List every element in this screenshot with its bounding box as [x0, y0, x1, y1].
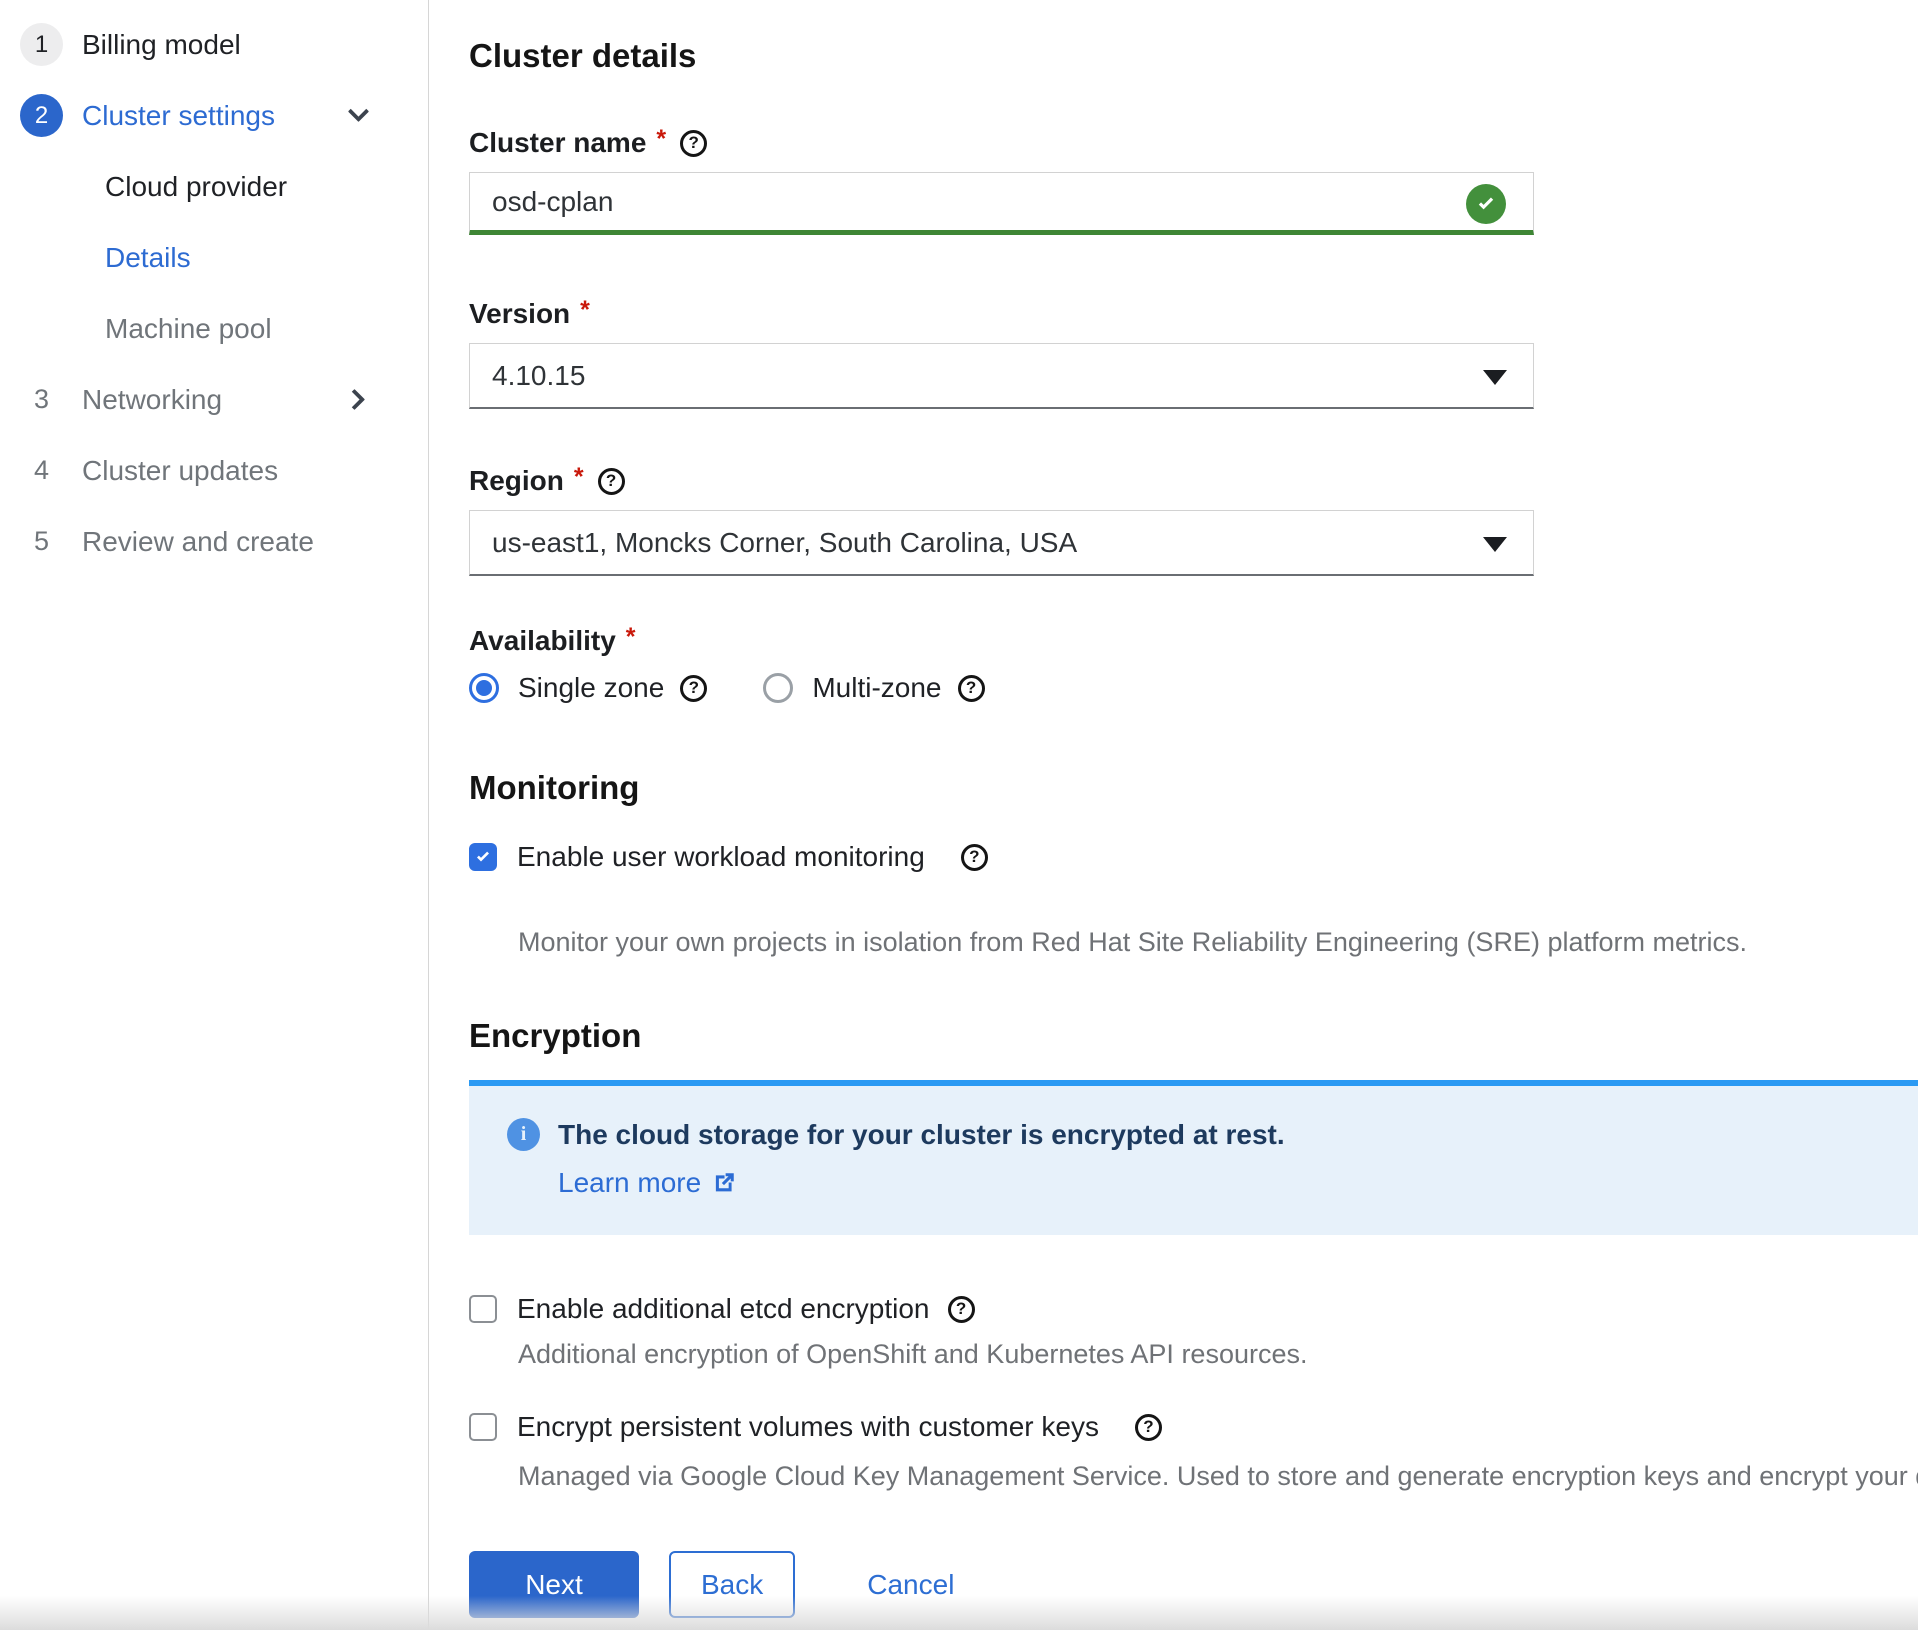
- encrypt-persistent-volumes-checkbox[interactable]: [469, 1413, 497, 1441]
- help-icon[interactable]: ?: [1135, 1414, 1162, 1441]
- wizard-nav: 1 Billing model 2 Cluster settings Cloud…: [0, 0, 429, 1630]
- encrypt-persistent-volumes-label: Encrypt persistent volumes with customer…: [517, 1411, 1099, 1443]
- step-number: 4: [20, 455, 63, 486]
- help-icon[interactable]: ?: [598, 468, 625, 495]
- nav-substep-machine-pool[interactable]: Machine pool: [0, 293, 428, 364]
- nav-step-label: Cluster updates: [82, 455, 278, 487]
- etcd-encryption-row: Enable additional etcd encryption ?: [469, 1293, 1918, 1325]
- info-alert-title: The cloud storage for your cluster is en…: [558, 1119, 1285, 1151]
- enable-user-workload-monitoring-label: Enable user workload monitoring: [517, 841, 925, 873]
- help-icon[interactable]: ?: [680, 675, 707, 702]
- pv-encryption-row: Encrypt persistent volumes with customer…: [469, 1411, 1918, 1443]
- single-zone-label: Single zone: [518, 672, 664, 704]
- required-asterisk: *: [656, 126, 666, 154]
- help-icon[interactable]: ?: [948, 1296, 975, 1323]
- encryption-heading: Encryption: [469, 1014, 1918, 1057]
- monitoring-helper-text: Monitor your own projects in isolation f…: [469, 925, 1918, 959]
- info-alert-link-row: Learn more: [558, 1167, 1918, 1199]
- availability-label-row: Availability *: [469, 624, 1918, 658]
- cluster-name-label: Cluster name: [469, 126, 646, 160]
- radio-unselected-icon: [763, 673, 793, 703]
- single-zone-radio-option[interactable]: Single zone ?: [469, 672, 707, 704]
- nav-step-label: Billing model: [82, 29, 241, 61]
- chevron-down-icon: [348, 101, 369, 122]
- step-number-badge: 2: [20, 94, 63, 137]
- multi-zone-radio-option[interactable]: Multi-zone ?: [763, 672, 984, 704]
- version-selected-value: 4.10.15: [492, 360, 585, 392]
- nav-substep-details[interactable]: Details: [0, 222, 428, 293]
- info-alert-title-row: i The cloud storage for your cluster is …: [507, 1118, 1918, 1151]
- enable-additional-etcd-encryption-checkbox[interactable]: [469, 1295, 497, 1323]
- required-asterisk: *: [580, 297, 590, 325]
- cluster-name-label-row: Cluster name * ?: [469, 126, 1918, 160]
- success-check-icon: [1466, 184, 1506, 224]
- radio-selected-icon: [469, 673, 499, 703]
- etcd-helper-text: Additional encryption of OpenShift and K…: [469, 1337, 1918, 1371]
- required-asterisk: *: [626, 624, 636, 652]
- enable-additional-etcd-encryption-label: Enable additional etcd encryption: [517, 1293, 930, 1325]
- cluster-name-input[interactable]: [469, 172, 1534, 235]
- nav-step-label: Cluster settings: [82, 100, 275, 132]
- region-select[interactable]: us-east1, Moncks Corner, South Carolina,…: [469, 510, 1534, 576]
- cancel-button[interactable]: Cancel: [857, 1551, 964, 1618]
- nav-step-label: Networking: [82, 384, 222, 416]
- caret-down-icon: [1483, 537, 1507, 552]
- caret-down-icon: [1483, 370, 1507, 385]
- chevron-right-icon: [344, 389, 365, 410]
- wizard-footer: Next Back Cancel: [469, 1551, 1918, 1618]
- nav-substep-cloud-provider[interactable]: Cloud provider: [0, 151, 428, 222]
- monitoring-heading: Monitoring: [469, 766, 1918, 809]
- next-button[interactable]: Next: [469, 1551, 639, 1618]
- version-label: Version: [469, 297, 570, 331]
- cluster-name-input-wrap: [469, 172, 1534, 235]
- required-asterisk: *: [574, 464, 584, 492]
- learn-more-link[interactable]: Learn more: [558, 1167, 701, 1199]
- nav-substep-label: Cloud provider: [105, 171, 287, 203]
- nav-step-label: Review and create: [82, 526, 314, 558]
- nav-substep-label: Details: [105, 242, 191, 274]
- multi-zone-label: Multi-zone: [812, 672, 941, 704]
- availability-label: Availability: [469, 624, 616, 658]
- pv-helper-text: Managed via Google Cloud Key Management …: [469, 1459, 1918, 1493]
- user-workload-monitoring-row: Enable user workload monitoring ?: [469, 841, 1918, 873]
- availability-radio-group: Single zone ? Multi-zone ?: [469, 672, 1918, 704]
- back-button[interactable]: Back: [669, 1551, 795, 1618]
- step-number: 3: [20, 384, 63, 415]
- info-icon: i: [507, 1118, 540, 1151]
- create-cluster-wizard: 1 Billing model 2 Cluster settings Cloud…: [0, 0, 1918, 1630]
- region-selected-value: us-east1, Moncks Corner, South Carolina,…: [492, 527, 1077, 559]
- region-label: Region: [469, 464, 564, 498]
- version-select[interactable]: 4.10.15: [469, 343, 1534, 409]
- page-title: Cluster details: [469, 34, 1918, 77]
- help-icon[interactable]: ?: [680, 130, 707, 157]
- nav-step-networking[interactable]: 3 Networking: [0, 364, 428, 435]
- help-icon[interactable]: ?: [961, 844, 988, 871]
- cluster-details-step: Cluster details Cluster name * ? Version…: [429, 0, 1918, 1630]
- version-label-row: Version *: [469, 297, 1918, 331]
- step-number-badge: 1: [20, 23, 63, 66]
- nav-step-cluster-updates[interactable]: 4 Cluster updates: [0, 435, 428, 506]
- help-icon[interactable]: ?: [958, 675, 985, 702]
- nav-step-billing-model[interactable]: 1 Billing model: [0, 9, 428, 80]
- region-label-row: Region * ?: [469, 464, 1918, 498]
- enable-user-workload-monitoring-checkbox[interactable]: [469, 843, 497, 871]
- nav-step-cluster-settings[interactable]: 2 Cluster settings: [0, 80, 428, 151]
- external-link-icon: [711, 1170, 737, 1196]
- nav-step-review-and-create[interactable]: 5 Review and create: [0, 506, 428, 577]
- nav-substep-label: Machine pool: [105, 313, 272, 345]
- step-number: 5: [20, 526, 63, 557]
- info-alert: i The cloud storage for your cluster is …: [469, 1080, 1918, 1235]
